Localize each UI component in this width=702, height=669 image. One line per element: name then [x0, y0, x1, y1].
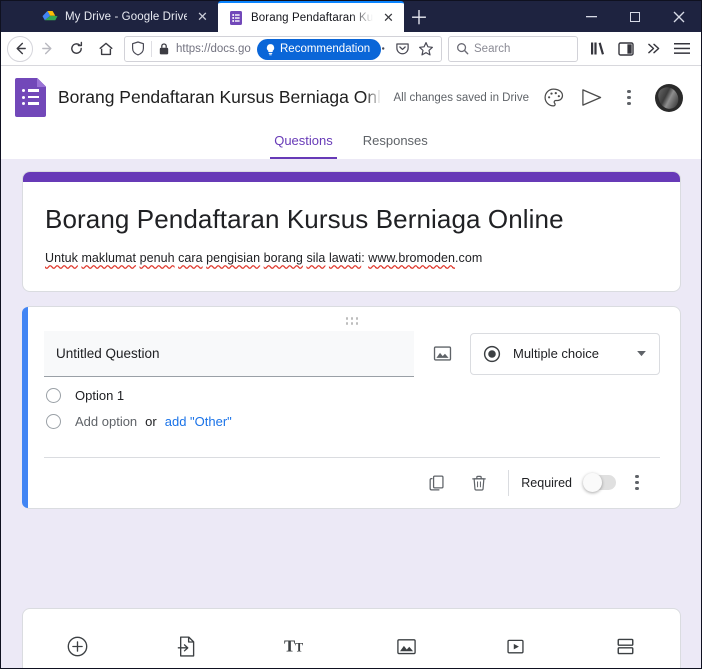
google-forms-app: Borang Pendaftaran Kursus Berniaga Onlin…: [1, 66, 701, 668]
user-avatar[interactable]: [655, 83, 683, 112]
question-more-options-icon[interactable]: [616, 462, 658, 504]
svg-text:T: T: [284, 637, 295, 656]
tab-close-icon[interactable]: ✕: [380, 9, 397, 26]
recommendation-label: Recommendation: [280, 43, 371, 55]
browser-window: My Drive - Google Drive ✕ Borang Pendaft…: [0, 0, 702, 669]
palette-icon[interactable]: [541, 86, 565, 110]
hamburger-menu-icon[interactable]: [668, 35, 695, 63]
add-title-description-button[interactable]: TT: [242, 636, 352, 656]
question-card[interactable]: Untitled Question Multiple choice Option…: [22, 306, 681, 509]
svg-text:T: T: [295, 641, 303, 655]
required-label: Required: [521, 475, 572, 490]
tab-google-forms[interactable]: Borang Pendaftaran Kursus Berniaga Onlin…: [218, 1, 404, 32]
pocket-icon[interactable]: [391, 38, 413, 60]
forward-arrow-icon[interactable]: [33, 35, 62, 63]
add-image-icon[interactable]: [428, 331, 456, 377]
sidebar-icon[interactable]: [612, 35, 639, 63]
add-option-row[interactable]: Add option or add "Other": [44, 403, 660, 429]
trash-icon[interactable]: [458, 462, 500, 504]
padlock-icon[interactable]: [152, 42, 176, 56]
star-icon[interactable]: [415, 38, 437, 60]
navigation-toolbar: https://docs.go Recommendation Search: [1, 32, 701, 66]
question-title-input[interactable]: Untitled Question: [44, 330, 414, 377]
tab-strip: My Drive - Google Drive ✕ Borang Pendaft…: [1, 1, 434, 32]
tab-close-icon[interactable]: ✕: [194, 8, 211, 25]
form-header-card[interactable]: Borang Pendaftaran Kursus Berniaga Onlin…: [22, 171, 681, 292]
add-image-button[interactable]: [352, 636, 462, 657]
form-accent-stripe: [23, 172, 680, 182]
drag-handle-dots-icon[interactable]: [44, 313, 660, 327]
home-icon[interactable]: [91, 35, 120, 63]
duplicate-icon[interactable]: [416, 462, 458, 504]
required-toggle[interactable]: [583, 473, 616, 492]
search-input[interactable]: Search: [448, 35, 578, 62]
back-arrow-icon[interactable]: [7, 35, 33, 62]
minimize-button[interactable]: [569, 1, 613, 32]
new-tab-button[interactable]: ＋: [404, 1, 434, 32]
forms-header: Borang Pendaftaran Kursus Berniaga Onlin…: [1, 66, 701, 159]
question-accent-bar: [22, 307, 28, 508]
browser-titlebar: My Drive - Google Drive ✕ Borang Pendaft…: [1, 1, 701, 32]
tab-title: My Drive - Google Drive: [65, 10, 187, 23]
tab-title: Borang Pendaftaran Kursus Berniaga Onlin…: [251, 11, 373, 24]
question-type-select[interactable]: Multiple choice: [470, 332, 660, 375]
google-forms-doc-icon: [15, 78, 46, 117]
more-vertical-icon[interactable]: [617, 86, 641, 110]
import-questions-button[interactable]: [133, 635, 243, 658]
close-window-button[interactable]: [657, 1, 701, 32]
footer-divider: [508, 469, 510, 496]
maximize-button[interactable]: [613, 1, 657, 32]
chevron-double-right-icon[interactable]: [640, 35, 667, 63]
radio-button-icon: [483, 345, 501, 363]
toolbar-right-buttons: [584, 35, 695, 63]
form-header-description[interactable]: Untuk maklumat penuh cara pengisian bora…: [45, 251, 658, 265]
address-bar[interactable]: https://docs.go Recommendation: [124, 35, 442, 62]
tracking-protection-shield-icon[interactable]: [125, 41, 151, 56]
forms-tabs: Questions Responses: [15, 127, 687, 159]
library-books-icon[interactable]: [584, 35, 611, 63]
google-drive-icon: [42, 9, 58, 25]
magnifier-icon: [456, 42, 469, 55]
lightbulb-icon: [265, 43, 276, 56]
add-question-button[interactable]: [23, 635, 133, 658]
question-footer: Required: [44, 458, 660, 508]
tab-questions[interactable]: Questions: [270, 127, 337, 159]
form-title[interactable]: Borang Pendaftaran Kursus Berniaga Onlin…: [58, 87, 381, 108]
tab-my-drive[interactable]: My Drive - Google Drive ✕: [32, 1, 218, 32]
add-section-button[interactable]: [571, 636, 681, 657]
question-type-label: Multiple choice: [513, 346, 599, 361]
send-paper-plane-icon[interactable]: [579, 86, 603, 110]
add-other-link[interactable]: add "Other": [165, 414, 232, 429]
forms-canvas: Borang Pendaftaran Kursus Berniaga Onlin…: [1, 159, 701, 668]
add-video-button[interactable]: [461, 636, 571, 657]
tab-responses[interactable]: Responses: [359, 127, 432, 159]
search-placeholder: Search: [474, 42, 511, 55]
radio-button-icon: [46, 413, 61, 429]
radio-button-icon: [46, 387, 61, 403]
add-item-toolbar: TT: [22, 608, 681, 668]
save-status: All changes saved in Drive: [393, 91, 529, 104]
window-controls: [569, 1, 701, 32]
option-row-1[interactable]: Option 1: [44, 377, 660, 403]
chevron-down-icon[interactable]: [636, 350, 647, 357]
recommendation-badge[interactable]: Recommendation: [257, 38, 382, 60]
reload-icon[interactable]: [62, 35, 91, 63]
google-forms-icon: [228, 10, 244, 26]
form-header-title[interactable]: Borang Pendaftaran Kursus Berniaga Onlin…: [45, 204, 658, 235]
option-label[interactable]: Option 1: [75, 388, 124, 403]
or-label: or: [145, 413, 157, 429]
add-option-label[interactable]: Add option: [75, 414, 137, 429]
